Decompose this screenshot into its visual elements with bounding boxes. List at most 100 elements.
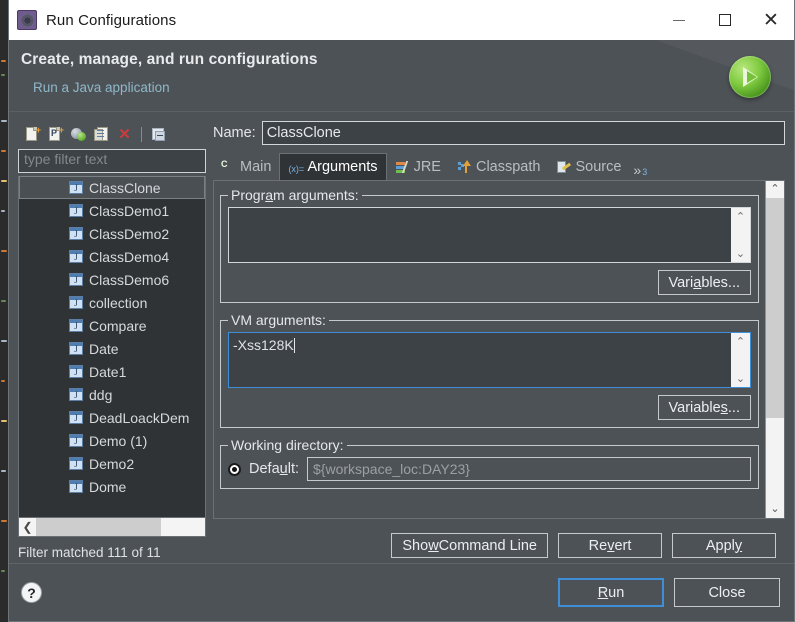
java-class-icon: J	[69, 296, 83, 309]
configuration-editor-pane: Name: ClassClone Main (x)= Arguments JRE…	[213, 121, 785, 563]
close-button-label: Close	[708, 584, 746, 601]
configurations-tree[interactable]: J ClassClone J ClassDemo1 J ClassDemo2 J…	[18, 176, 206, 518]
tree-item-demo2[interactable]: J Demo2	[19, 452, 205, 475]
tree-item-label: Date	[89, 340, 119, 357]
run-button[interactable]: Run	[558, 578, 664, 607]
tab-label: Classpath	[475, 158, 541, 175]
filter-input[interactable]: type filter text	[18, 149, 206, 173]
scroll-up-icon[interactable]: ⌃	[770, 181, 779, 198]
program-arguments-variables-button[interactable]: Vari a bles...	[657, 270, 751, 295]
tab-label: Arguments	[307, 159, 378, 175]
tree-item-date1[interactable]: J Date1	[19, 360, 205, 383]
scroll-down-icon[interactable]: ⌄	[770, 501, 779, 518]
arguments-tab-content: Program arguments: ⌃ ⌄ Vari a bles... VM…	[214, 181, 765, 518]
minimize-button[interactable]	[656, 0, 702, 40]
tree-item-ddg[interactable]: J ddg	[19, 383, 205, 406]
program-arguments-scrollbar[interactable]: ⌃ ⌄	[731, 208, 750, 262]
tree-item-label: Dome	[89, 478, 127, 495]
program-arguments-input[interactable]: ⌃ ⌄	[228, 207, 751, 263]
tab-label: Main	[240, 158, 272, 175]
java-class-icon: J	[69, 365, 83, 378]
tab-arguments[interactable]: (x)= Arguments	[279, 153, 387, 180]
scroll-down-icon[interactable]: ⌄	[736, 372, 745, 385]
run-configurations-dialog: Run Configurations ✕ Create, manage, and…	[8, 0, 795, 622]
tree-item-date[interactable]: J Date	[19, 337, 205, 360]
tab-main[interactable]: Main	[213, 153, 279, 180]
name-row: Name: ClassClone	[213, 121, 785, 145]
tree-item-classdemo6[interactable]: J ClassDemo6	[19, 268, 205, 291]
dialog-body: + P + ✕ type filter text J ClassClone J …	[9, 112, 794, 563]
duplicate-configuration-icon[interactable]	[93, 126, 110, 143]
maximize-button[interactable]	[702, 0, 748, 40]
source-icon	[556, 160, 572, 174]
tree-item-collection[interactable]: J collection	[19, 291, 205, 314]
tab-source[interactable]: Source	[548, 153, 629, 180]
tree-item-label: ddg	[89, 386, 113, 403]
new-configuration-icon[interactable]: +	[24, 125, 41, 143]
tree-item-label: Compare	[89, 317, 147, 334]
java-class-icon: J	[69, 273, 83, 286]
scroll-thumb[interactable]	[766, 198, 784, 418]
configurations-toolbar: + P + ✕	[18, 121, 206, 147]
tab-label: JRE	[413, 158, 441, 175]
vm-arguments-scrollbar[interactable]: ⌃ ⌄	[731, 333, 750, 387]
tree-item-compare[interactable]: J Compare	[19, 314, 205, 337]
name-input[interactable]: ClassClone	[261, 121, 785, 145]
dialog-footer: ? Run Close	[9, 563, 794, 621]
jre-icon	[395, 160, 410, 174]
collapse-all-icon[interactable]	[150, 126, 167, 143]
header-artwork	[644, 40, 794, 111]
java-class-icon: J	[69, 342, 83, 355]
minimize-icon	[673, 19, 685, 21]
tree-item-classdemo4[interactable]: J ClassDemo4	[19, 245, 205, 268]
run-play-icon	[729, 56, 771, 98]
tree-horizontal-scrollbar[interactable]: ❮	[18, 518, 206, 537]
new-prototype-icon[interactable]: P +	[47, 125, 64, 143]
scroll-down-icon[interactable]: ⌄	[736, 247, 745, 260]
editor-action-buttons: Sho w Command Line Re v ert Appl y	[213, 519, 785, 563]
working-directory-default-radio[interactable]	[228, 462, 241, 476]
main-class-icon	[221, 160, 236, 174]
revert-button[interactable]: Re v ert	[558, 533, 662, 558]
tree-item-label: ClassClone	[89, 179, 161, 196]
vm-arguments-group: VM arguments: -Xss128K ⌃ ⌄ Variable s...	[220, 312, 759, 428]
close-button[interactable]: Close	[674, 578, 780, 607]
java-class-icon: J	[69, 480, 83, 493]
java-class-icon: J	[69, 411, 83, 424]
window-title: Run Configurations	[46, 11, 177, 29]
tab-jre[interactable]: JRE	[387, 153, 449, 180]
toolbar-separator	[141, 126, 142, 142]
close-window-button[interactable]: ✕	[748, 0, 794, 40]
tree-item-classdemo2[interactable]: J ClassDemo2	[19, 222, 205, 245]
tab-content-vertical-scrollbar[interactable]: ⌃ ⌄	[765, 181, 784, 518]
tab-overflow-chevron[interactable]: » 3	[629, 162, 651, 178]
export-configuration-icon[interactable]	[70, 126, 87, 143]
filter-status-text: Filter matched 111 of 11	[18, 544, 161, 560]
filter-placeholder: type filter text	[24, 150, 108, 167]
tree-item-classdemo1[interactable]: J ClassDemo1	[19, 199, 205, 222]
scroll-up-icon[interactable]: ⌃	[736, 210, 745, 223]
tree-item-label: DeadLoackDem	[89, 409, 190, 426]
tab-classpath[interactable]: Classpath	[449, 153, 548, 180]
working-directory-default-label[interactable]: Default:	[249, 461, 299, 477]
tree-item-demo-1[interactable]: J Demo (1)	[19, 429, 205, 452]
tree-item-label: ClassDemo4	[89, 248, 170, 265]
tree-item-label: ClassDemo2	[89, 225, 170, 242]
working-directory-path-input: ${workspace_loc:DAY23}	[307, 457, 751, 481]
java-class-icon: J	[69, 204, 83, 217]
tree-item-deadloackdem[interactable]: J DeadLoackDem	[19, 406, 205, 429]
scroll-thumb[interactable]	[36, 518, 161, 536]
java-class-icon: J	[69, 434, 83, 447]
scroll-up-icon[interactable]: ⌃	[736, 335, 745, 348]
working-directory-group: Working directory: Default: ${workspace_…	[220, 437, 759, 489]
vm-arguments-input[interactable]: -Xss128K ⌃ ⌄	[228, 332, 751, 388]
tree-item-classclone[interactable]: J ClassClone	[19, 176, 205, 199]
tree-item-label: Date1	[89, 363, 127, 380]
tree-item-dome[interactable]: J Dome	[19, 475, 205, 498]
scroll-left-icon[interactable]: ❮	[19, 519, 36, 536]
apply-button[interactable]: Appl y	[672, 533, 776, 558]
show-command-line-button[interactable]: Sho w Command Line	[391, 533, 548, 558]
vm-arguments-variables-button[interactable]: Variable s...	[657, 395, 751, 420]
delete-configuration-icon[interactable]: ✕	[116, 126, 133, 143]
help-question-icon[interactable]: ?	[21, 582, 42, 603]
